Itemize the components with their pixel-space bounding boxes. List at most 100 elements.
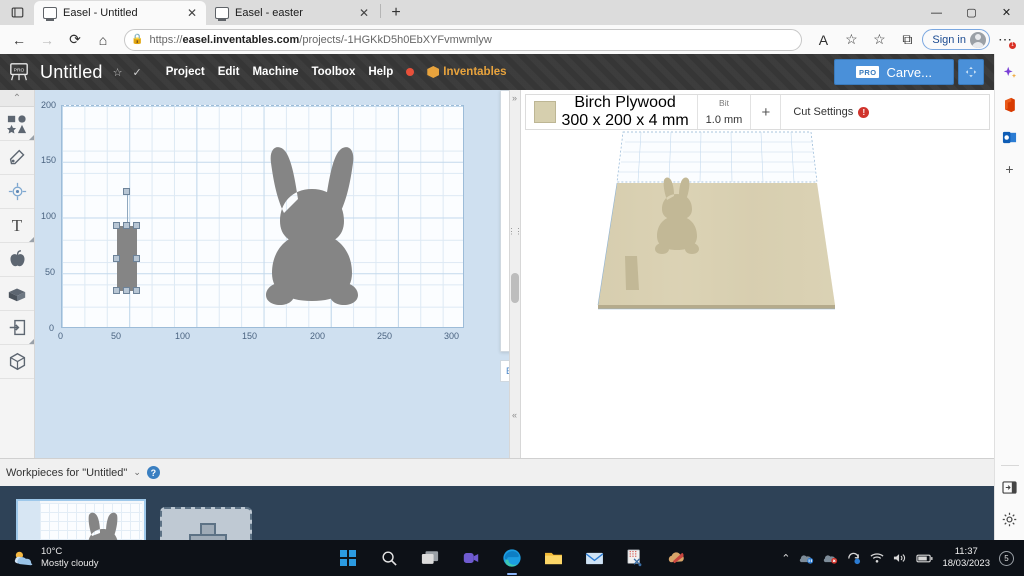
mail-icon[interactable] [582, 546, 606, 570]
search-icon[interactable] [377, 546, 401, 570]
file-explorer-icon[interactable] [541, 546, 565, 570]
active-indicator [507, 573, 517, 575]
workpiece-thumbnail[interactable] [16, 499, 146, 540]
volume-icon[interactable] [893, 552, 907, 564]
minimize-button[interactable]: — [919, 0, 954, 25]
selection-handle-tl[interactable] [113, 222, 120, 229]
split-screen-icon[interactable]: ⧉ [894, 28, 920, 52]
add-sidebar-icon[interactable]: + [999, 158, 1021, 180]
collapse-toolbar-icon[interactable]: ⌃ [0, 90, 34, 107]
y-tick: 200 [41, 100, 56, 110]
ccleaner-icon[interactable] [664, 546, 688, 570]
selection-handle-tc[interactable] [123, 222, 130, 229]
fullscreen-icon[interactable] [958, 59, 984, 85]
edit-points-button[interactable]: Edit points E [500, 360, 509, 382]
center-point-tool-button[interactable] [0, 175, 34, 209]
box-tool-button[interactable] [0, 277, 34, 311]
browser-tab-1[interactable]: Easel - easter ✕ [206, 1, 378, 25]
wifi-icon[interactable] [870, 552, 884, 564]
x-tick: 50 [111, 331, 121, 341]
bit-selector[interactable]: Bit 1.0 mm [698, 95, 752, 129]
favorite-star-icon[interactable]: ☆ [113, 66, 123, 79]
edge-icon[interactable] [500, 546, 524, 570]
tab-shape[interactable]: Shape [501, 91, 509, 113]
menu-project[interactable]: Project [166, 66, 205, 78]
preview-3d-stage[interactable] [521, 130, 995, 370]
shapes-submenu-indicator [29, 135, 34, 140]
sidebar-toggle-icon[interactable] [999, 476, 1021, 498]
weather-widget[interactable]: 10°C Mostly cloudy [0, 546, 99, 570]
selection-handle-tr[interactable] [133, 222, 140, 229]
carve-button[interactable]: PRO Carve... [834, 59, 954, 85]
notification-center-button[interactable]: 5 [999, 551, 1014, 566]
pen-tool-button[interactable] [0, 141, 34, 175]
expand-preview-icon[interactable]: » [512, 93, 517, 103]
shapes-tool-button[interactable] [0, 107, 34, 141]
shape-properties-panel: Shape Cut Position [500, 90, 509, 352]
tray-chevron-icon[interactable]: ⌃ [781, 552, 790, 565]
bunny-shape[interactable] [240, 141, 385, 306]
material-selector[interactable]: Birch Plywood 300 x 200 x 4 mm [526, 95, 698, 129]
onedrive-paused-icon[interactable] [799, 552, 814, 564]
menu-toolbox[interactable]: Toolbox [311, 66, 355, 78]
clipart-apple-tool-button[interactable] [0, 243, 34, 277]
read-aloud-icon[interactable]: A [810, 28, 836, 52]
new-tab-button[interactable]: + [383, 2, 409, 24]
menu-machine[interactable]: Machine [252, 66, 298, 78]
selection-handle-mr[interactable] [133, 255, 140, 262]
menu-help[interactable]: Help [368, 66, 393, 78]
selection-handle-br[interactable] [133, 287, 140, 294]
maximize-button[interactable]: ▢ [954, 0, 989, 25]
chevron-down-icon[interactable]: ⌄ [133, 467, 141, 478]
reload-icon[interactable]: ⟳ [62, 28, 88, 52]
sign-in-button[interactable]: Sign in [922, 29, 990, 50]
taskbar-clock[interactable]: 11:37 18/03/2023 [942, 546, 990, 570]
back-icon[interactable]: ← [6, 28, 32, 52]
home-icon[interactable]: ⌂ [90, 28, 116, 52]
divider-grip[interactable]: ⋮⋮ [508, 227, 522, 236]
text-tool-button[interactable]: T [0, 209, 34, 243]
office-icon[interactable] [999, 94, 1021, 116]
plus-icon [189, 523, 223, 540]
collections-icon[interactable]: ☆ [866, 28, 892, 52]
selection-handle-bl[interactable] [113, 287, 120, 294]
easel-pro-logo-icon[interactable]: PRO [8, 61, 30, 83]
canvas-grid[interactable] [61, 105, 464, 328]
teams-icon[interactable] [459, 546, 483, 570]
rotation-handle[interactable] [123, 188, 130, 195]
x-tick: 150 [242, 331, 257, 341]
close-window-button[interactable]: ✕ [989, 0, 1024, 25]
divider-thumb[interactable] [511, 273, 519, 303]
selection-handle-bc[interactable] [123, 287, 130, 294]
forward-icon[interactable]: → [34, 28, 60, 52]
selection-handle-ml[interactable] [113, 255, 120, 262]
copilot-icon[interactable] [999, 62, 1021, 84]
help-icon[interactable]: ? [147, 466, 160, 479]
inventables-link[interactable]: Inventables [427, 66, 506, 78]
address-bar[interactable]: 🔒 https://easel.inventables.com/projects… [124, 29, 802, 51]
onedrive-error-icon[interactable] [823, 552, 838, 564]
cut-settings-button[interactable]: Cut Settings ! [781, 95, 881, 129]
sync-icon[interactable] [847, 552, 861, 565]
snipping-tool-icon[interactable] [623, 546, 647, 570]
browser-settings-icon[interactable]: ⋯ 1 [992, 28, 1018, 52]
easel-favicon [43, 7, 57, 19]
3d-tool-button[interactable] [0, 345, 34, 379]
outlook-icon[interactable] [999, 126, 1021, 148]
settings-gear-icon[interactable] [999, 508, 1021, 530]
tab-actions-button[interactable] [0, 0, 34, 25]
close-tab-icon[interactable]: ✕ [184, 5, 200, 21]
add-bit-button[interactable]: + [751, 95, 781, 129]
browser-tab-0[interactable]: Easel - Untitled ✕ [34, 1, 206, 25]
task-view-icon[interactable] [418, 546, 442, 570]
inventables-label: Inventables [443, 66, 506, 78]
menu-edit[interactable]: Edit [218, 66, 240, 78]
preview-3d-render[interactable] [521, 130, 911, 365]
collapse-preview-icon[interactable]: « [512, 410, 517, 420]
start-button[interactable] [336, 546, 360, 570]
battery-icon[interactable] [916, 553, 933, 564]
add-favorite-icon[interactable]: ☆ [838, 28, 864, 52]
add-workpiece-button[interactable] [160, 507, 252, 540]
import-tool-button[interactable] [0, 311, 34, 345]
close-tab-icon[interactable]: ✕ [356, 5, 372, 21]
